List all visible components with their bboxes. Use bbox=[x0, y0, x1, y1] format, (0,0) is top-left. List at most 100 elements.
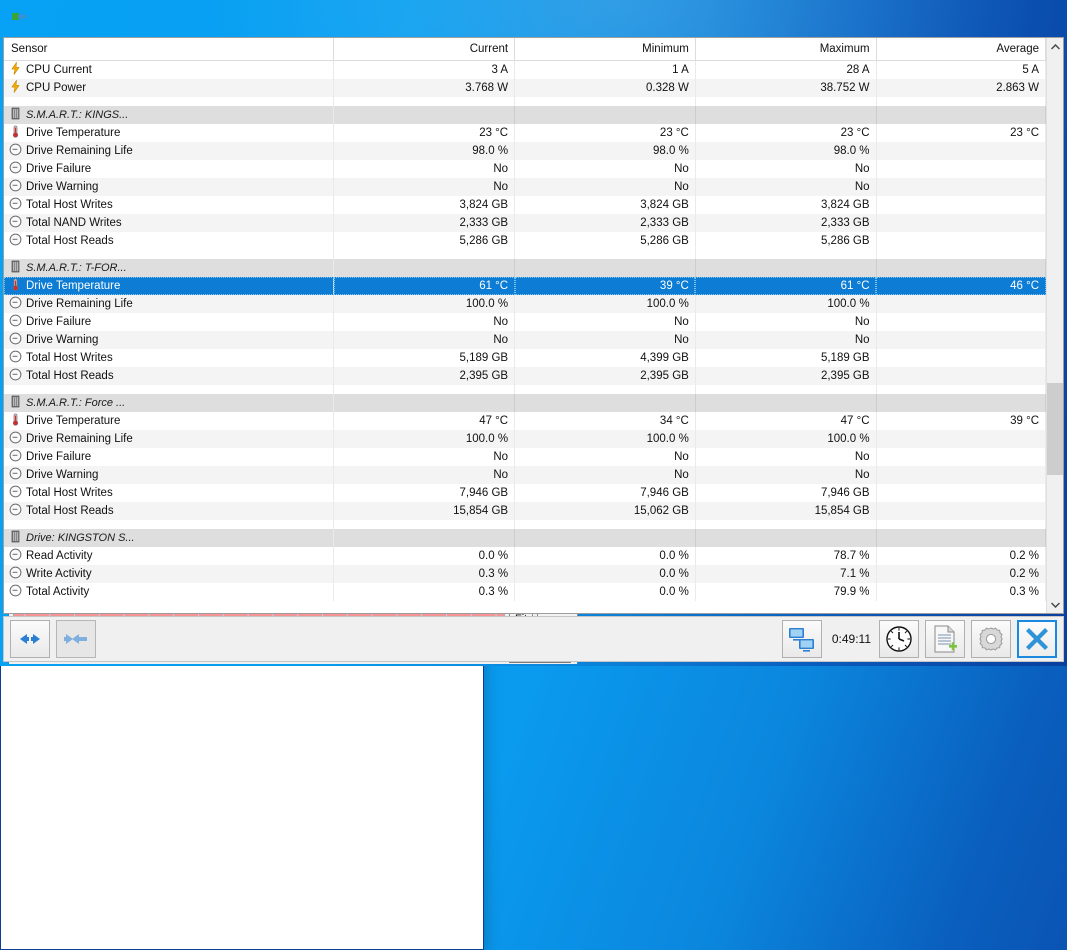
sensor-name: Drive Warning bbox=[4, 465, 335, 484]
sensor-table-wrap: Sensor Current Minimum Maximum Average CPU C… bbox=[4, 38, 1046, 613]
chip-icon bbox=[9, 260, 22, 273]
table-row[interactable]: Total Host Reads 15,854 GB 15,062 GB 15,854… bbox=[4, 501, 1046, 520]
sensor-minimum-value: 15,062 GB bbox=[514, 501, 696, 520]
table-row[interactable]: Total Host Reads 2,395 GB 2,395 GB 2,395 GB bbox=[4, 366, 1046, 385]
sensor-average-value bbox=[876, 195, 1046, 214]
gauge-icon bbox=[9, 332, 22, 345]
sensor-minimum-value: 0.0 % bbox=[514, 582, 696, 601]
table-row[interactable]: Read Activity 0.0 % 0.0 % 78.7 % 0.2 % bbox=[4, 546, 1046, 565]
scroll-down-arrow[interactable] bbox=[1047, 596, 1063, 613]
sensor-current-value: 61 °C bbox=[333, 276, 516, 295]
table-row[interactable]: Total Host Writes 7,946 GB 7,946 GB 7,946 G… bbox=[4, 483, 1046, 502]
table-row[interactable]: Drive Temperature 47 °C 34 °C 47 °C 39 °C bbox=[4, 411, 1046, 430]
sensor-current-value: 100.0 % bbox=[333, 294, 516, 313]
report-button[interactable] bbox=[925, 620, 965, 658]
sensor-name: CPU Power bbox=[4, 78, 335, 97]
clock-button[interactable] bbox=[879, 620, 919, 658]
table-row[interactable]: Drive Remaining Life 100.0 % 100.0 % 100.0 … bbox=[4, 294, 1046, 313]
vertical-scrollbar[interactable] bbox=[1046, 38, 1063, 613]
gauge-icon bbox=[9, 296, 22, 309]
sensor-name: Drive Remaining Life bbox=[4, 294, 335, 313]
remote-monitor-button[interactable] bbox=[781, 620, 822, 658]
close-app-button[interactable] bbox=[1017, 620, 1057, 658]
sensor-average-value bbox=[876, 465, 1046, 484]
sensor-name: Total Activity bbox=[4, 582, 335, 601]
column-header-average[interactable]: Average bbox=[876, 38, 1046, 61]
chip-icon bbox=[9, 107, 22, 120]
sensor-average-value bbox=[876, 213, 1046, 232]
scrollbar-thumb[interactable] bbox=[1047, 383, 1063, 475]
sensor-name: Read Activity bbox=[4, 546, 335, 565]
thermometer-icon bbox=[9, 413, 22, 426]
sensor-maximum-value: 2,333 GB bbox=[695, 213, 877, 232]
table-row[interactable]: CPU Current 3 A1 A 28 A5 A bbox=[4, 60, 1046, 79]
column-header-minimum[interactable]: Minimum bbox=[514, 38, 696, 61]
table-row[interactable]: Drive Temperature 23 °C 23 °C 23 °C 23 °C bbox=[4, 123, 1046, 142]
column-header-current[interactable]: Current bbox=[333, 38, 516, 61]
sensor-minimum-value: No bbox=[514, 330, 696, 349]
sensor-maximum-value: 7.1 % bbox=[695, 564, 877, 583]
elapsed-time-label: 0:49:11 bbox=[831, 632, 871, 646]
table-row[interactable]: CPU Power 3.768 W 0.328 W 38.752 W 2.863 W bbox=[4, 78, 1046, 97]
sensor-maximum-value: 5,286 GB bbox=[695, 231, 877, 250]
sensor-name: Drive Failure bbox=[4, 159, 335, 178]
table-row[interactable]: Drive Warning No No No bbox=[4, 177, 1046, 196]
gauge-icon bbox=[9, 566, 22, 579]
copy-files-icon bbox=[12, 9, 28, 25]
table-row[interactable]: Write Activity 0.3 % 0.0 % 7.1 % 0.2 % bbox=[4, 564, 1046, 583]
hwinfo-content: Sensor Current Minimum Maximum Average CPU C… bbox=[3, 37, 1064, 614]
gauge-icon bbox=[9, 584, 22, 597]
sensor-minimum-value: 98.0 % bbox=[514, 141, 696, 160]
table-spacer-row bbox=[4, 519, 1046, 529]
sensor-current-value: No bbox=[333, 177, 516, 196]
table-row[interactable]: Drive Remaining Life 100.0 % 100.0 % 100.0 … bbox=[4, 429, 1046, 448]
sensor-name: Drive Remaining Life bbox=[4, 141, 335, 160]
sensor-current-value: 5,286 GB bbox=[333, 231, 516, 250]
collapse-icon bbox=[64, 634, 87, 644]
table-row[interactable]: Drive Failure No No No bbox=[4, 312, 1046, 331]
sensor-average-value: 0.2 % bbox=[876, 546, 1046, 565]
table-row[interactable]: Drive Failure No No No bbox=[4, 159, 1046, 178]
sensor-average-value: 5 A bbox=[876, 60, 1046, 79]
sensor-maximum-value: 2,395 GB bbox=[695, 366, 877, 385]
gauge-icon bbox=[9, 548, 22, 561]
table-row[interactable]: Drive Warning No No No bbox=[4, 465, 1046, 484]
sensor-average-value bbox=[876, 177, 1046, 196]
sensor-current-value: 7,946 GB bbox=[333, 483, 516, 502]
sensor-minimum-value: No bbox=[514, 177, 696, 196]
scroll-up-arrow[interactable] bbox=[1047, 38, 1063, 55]
sensor-group-row[interactable]: S.M.A.R.T.: KINGS... bbox=[4, 105, 1046, 124]
sensor-average-value bbox=[876, 231, 1046, 250]
sensor-current-value: 0.0 % bbox=[333, 546, 516, 565]
table-row[interactable]: Drive Failure No No No bbox=[4, 447, 1046, 466]
sensor-group-row[interactable]: S.M.A.R.T.: T-FOR... bbox=[4, 258, 1046, 277]
sensor-minimum-value: 0.328 W bbox=[514, 78, 696, 97]
table-row[interactable]: Drive Temperature 61 °C 39 °C 61 °C 46 °C bbox=[4, 276, 1046, 295]
table-row[interactable]: Total Activity 0.3 % 0.0 % 79.9 % 0.3 % bbox=[4, 582, 1046, 601]
table-row[interactable]: Total Host Reads 5,286 GB 5,286 GB 5,286 GB bbox=[4, 231, 1046, 250]
chip-icon bbox=[9, 395, 22, 408]
sensor-maximum-value: 78.7 % bbox=[695, 546, 877, 565]
table-spacer-row bbox=[4, 96, 1046, 106]
table-row[interactable]: Drive Warning No No No bbox=[4, 330, 1046, 349]
table-row[interactable]: Total NAND Writes 2,333 GB 2,333 GB 2,333 G… bbox=[4, 213, 1046, 232]
sensor-maximum-value: 38.752 W bbox=[695, 78, 877, 97]
sensor-current-value: No bbox=[333, 159, 516, 178]
column-header-sensor[interactable]: Sensor bbox=[4, 38, 335, 61]
table-row[interactable]: Total Host Writes 5,189 GB 4,399 GB 5,189 G… bbox=[4, 348, 1046, 367]
sensor-group-row[interactable]: S.M.A.R.T.: Force ... bbox=[4, 393, 1046, 412]
column-header-maximum[interactable]: Maximum bbox=[695, 38, 877, 61]
table-row[interactable]: Total Host Writes 3,824 GB 3,824 GB 3,824 G… bbox=[4, 195, 1046, 214]
sensor-group-row[interactable]: Drive: KINGSTON S... bbox=[4, 528, 1046, 547]
sensor-minimum-value: No bbox=[514, 159, 696, 178]
report-icon bbox=[934, 625, 957, 653]
table-spacer-row bbox=[4, 384, 1046, 394]
sensor-name: Total NAND Writes bbox=[4, 213, 335, 232]
table-row[interactable]: Drive Remaining Life 98.0 % 98.0 % 98.0 % bbox=[4, 141, 1046, 160]
sensor-maximum-value: No bbox=[695, 177, 877, 196]
collapse-button[interactable] bbox=[56, 620, 96, 658]
thermometer-icon bbox=[9, 278, 22, 291]
navigate-button[interactable] bbox=[10, 620, 50, 658]
settings-button[interactable] bbox=[971, 620, 1011, 658]
sensor-table-header: Sensor Current Minimum Maximum Average bbox=[4, 38, 1046, 61]
